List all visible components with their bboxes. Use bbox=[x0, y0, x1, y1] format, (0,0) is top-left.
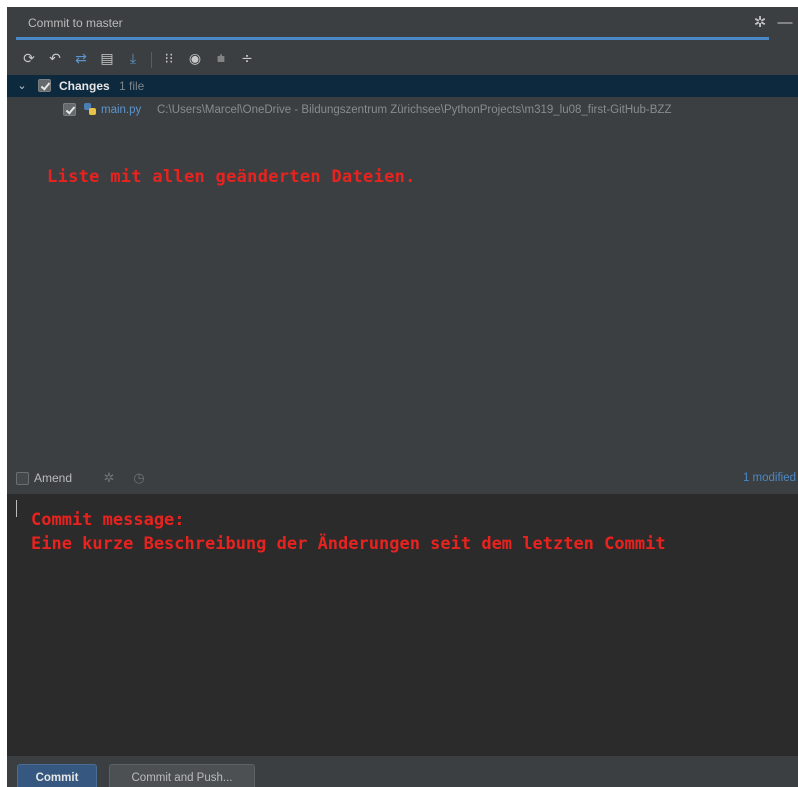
tool-window-header: Commit to master ✲ — bbox=[7, 7, 798, 40]
commit-toolbar: ⟳ ↶ ⇄ ▤ ⤓ ⁝⁝ ◉ ⩧ ÷ bbox=[7, 43, 798, 75]
commit-button[interactable]: Commit bbox=[17, 764, 97, 787]
text-caret bbox=[16, 500, 17, 517]
tab-underline bbox=[16, 37, 769, 40]
file-checkbox[interactable] bbox=[63, 103, 76, 116]
annotation-commit-message-body: Eine kurze Beschreibung der Änderungen s… bbox=[31, 534, 666, 554]
file-row[interactable]: main.py C:\Users\Marcel\OneDrive - Bildu… bbox=[7, 99, 798, 121]
expand-all-icon[interactable]: ⩧ bbox=[211, 49, 231, 69]
show-icon[interactable]: ◉ bbox=[185, 49, 205, 69]
annotation-changed-files: Liste mit allen geänderten Dateien. bbox=[47, 167, 416, 187]
annotation-commit-message-title: Commit message: bbox=[31, 510, 185, 530]
changes-count: 1 file bbox=[119, 79, 145, 93]
group-by-icon[interactable]: ⁝⁝ bbox=[159, 49, 179, 69]
changes-checkbox[interactable] bbox=[38, 79, 51, 92]
gear-icon[interactable]: ✲ bbox=[751, 14, 769, 32]
python-file-icon bbox=[84, 103, 96, 115]
download-icon[interactable]: ⤓ bbox=[123, 49, 143, 69]
commit-and-push-button[interactable]: Commit and Push... bbox=[109, 764, 255, 787]
changes-label: Changes bbox=[59, 79, 110, 93]
amend-bar: Amend ✲ ◷ 1 modified bbox=[7, 465, 798, 491]
file-name[interactable]: main.py bbox=[101, 102, 141, 118]
commit-tool-window: Commit to master ✲ — ⟳ ↶ ⇄ ▤ ⤓ ⁝⁝ ◉ ⩧ ÷ … bbox=[7, 7, 798, 787]
commit-button-bar: Commit Commit and Push... bbox=[7, 756, 798, 787]
changes-group-row[interactable]: ⌄ Changes 1 file bbox=[7, 75, 798, 97]
chevron-down-icon[interactable]: ⌄ bbox=[16, 78, 28, 94]
amend-checkbox[interactable] bbox=[16, 472, 29, 485]
diff-icon[interactable]: ⇄ bbox=[71, 49, 91, 69]
amend-label[interactable]: Amend bbox=[34, 470, 72, 486]
changes-tree: ⌄ Changes 1 file main.py C:\Users\Marcel… bbox=[7, 75, 798, 473]
collapse-all-icon[interactable]: ÷ bbox=[237, 49, 257, 69]
rollback-icon[interactable]: ↶ bbox=[45, 49, 65, 69]
minimize-icon[interactable]: — bbox=[776, 14, 794, 32]
modified-count[interactable]: 1 modified bbox=[743, 470, 796, 486]
shelve-icon[interactable]: ▤ bbox=[97, 49, 117, 69]
tab-commit-to-master[interactable]: Commit to master bbox=[16, 7, 146, 40]
history-clock-icon[interactable]: ◷ bbox=[131, 469, 147, 487]
file-path: C:\Users\Marcel\OneDrive - Bildungszentr… bbox=[157, 104, 672, 116]
commit-options-gear-icon[interactable]: ✲ bbox=[101, 469, 117, 487]
commit-message-editor[interactable]: Commit message: Eine kurze Beschreibung … bbox=[7, 494, 798, 756]
toolbar-separator bbox=[151, 52, 152, 68]
refresh-icon[interactable]: ⟳ bbox=[19, 49, 39, 69]
